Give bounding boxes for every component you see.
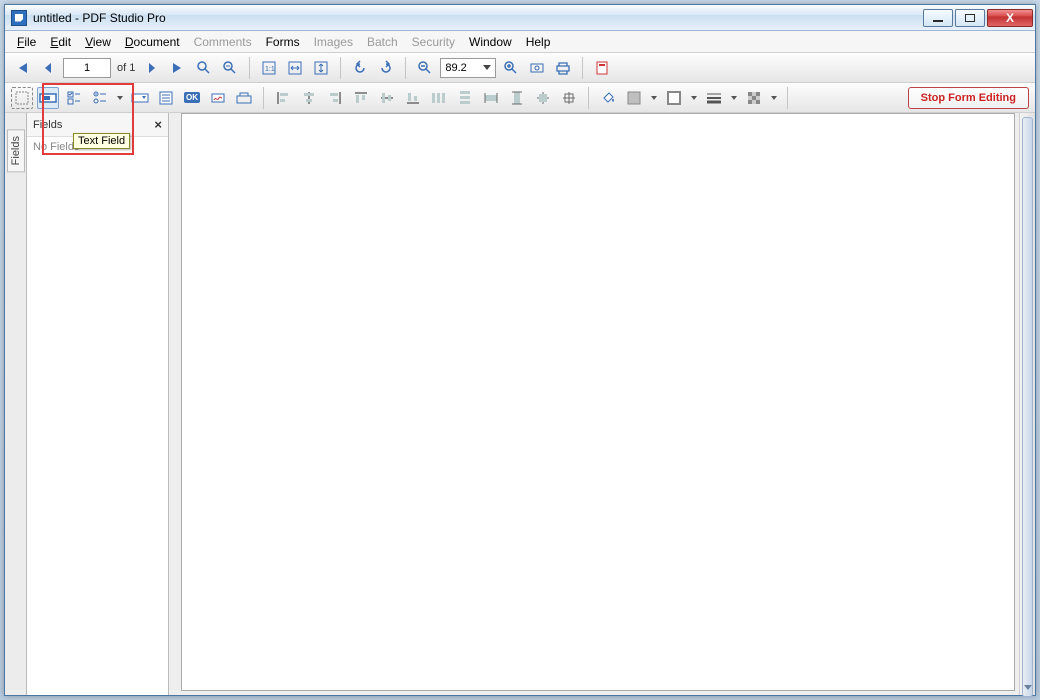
menu-images[interactable]: Images bbox=[308, 33, 359, 51]
close-button[interactable]: X bbox=[987, 9, 1033, 27]
menubar: File Edit View Document Comments Forms I… bbox=[5, 31, 1035, 53]
maximize-button[interactable] bbox=[955, 9, 985, 27]
rotate-ccw-button[interactable] bbox=[349, 57, 371, 79]
combo-field-tool[interactable] bbox=[129, 87, 151, 109]
fields-panel-title: Fields bbox=[33, 119, 62, 131]
signature-field-tool[interactable] bbox=[207, 87, 229, 109]
snapshot-button[interactable] bbox=[526, 57, 548, 79]
align-right-button[interactable] bbox=[324, 87, 346, 109]
minimize-button[interactable] bbox=[923, 9, 953, 27]
actual-size-button[interactable]: 1:1 bbox=[258, 57, 280, 79]
next-page-button[interactable] bbox=[141, 57, 163, 79]
menu-forms[interactable]: Forms bbox=[260, 33, 306, 51]
checkbox-field-tool[interactable] bbox=[63, 87, 85, 109]
toolbar-nav: 1 of 1 1:1 89.2 bbox=[5, 53, 1035, 83]
fill-color-button[interactable] bbox=[597, 87, 619, 109]
menu-view[interactable]: View bbox=[79, 33, 117, 51]
side-tab-strip: Fields bbox=[5, 113, 27, 695]
separator bbox=[582, 57, 583, 79]
page-number-input[interactable]: 1 bbox=[63, 58, 111, 78]
app-icon bbox=[11, 10, 27, 26]
distribute-horiz-button[interactable] bbox=[428, 87, 450, 109]
fill-color-dropdown[interactable] bbox=[649, 96, 659, 100]
separator bbox=[340, 57, 341, 79]
scroll-thumb[interactable] bbox=[1022, 117, 1033, 697]
zoom-value: 89.2 bbox=[445, 62, 466, 74]
page-layout-button[interactable] bbox=[591, 57, 613, 79]
content-area: Fields Fields × No Fields bbox=[5, 113, 1035, 695]
menu-batch[interactable]: Batch bbox=[361, 33, 404, 51]
last-page-button[interactable] bbox=[167, 57, 189, 79]
align-top-button[interactable] bbox=[350, 87, 372, 109]
menu-file[interactable]: File bbox=[11, 33, 42, 51]
page-canvas[interactable] bbox=[181, 113, 1015, 691]
menu-document[interactable]: Document bbox=[119, 33, 186, 51]
center-page-button[interactable] bbox=[558, 87, 580, 109]
scroll-down-button[interactable] bbox=[1020, 679, 1035, 695]
side-tab-fields[interactable]: Fields bbox=[7, 129, 25, 172]
distribute-vert-button[interactable] bbox=[454, 87, 476, 109]
menu-comments[interactable]: Comments bbox=[188, 33, 258, 51]
zoom-combo[interactable]: 89.2 bbox=[440, 58, 496, 78]
separator bbox=[263, 87, 264, 109]
separator bbox=[405, 57, 406, 79]
select-fields-button[interactable] bbox=[11, 87, 33, 109]
fit-width-button[interactable] bbox=[284, 57, 306, 79]
line-color-button[interactable] bbox=[663, 87, 685, 109]
loupe-button[interactable] bbox=[219, 57, 241, 79]
vertical-scrollbar[interactable] bbox=[1019, 113, 1035, 695]
app-window: untitled - PDF Studio Pro X File Edit Vi… bbox=[4, 4, 1036, 696]
separator bbox=[588, 87, 589, 109]
titlebar: untitled - PDF Studio Pro X bbox=[5, 5, 1035, 31]
align-center-v-button[interactable] bbox=[376, 87, 398, 109]
align-center-h-button[interactable] bbox=[298, 87, 320, 109]
window-title: untitled - PDF Studio Pro bbox=[33, 11, 166, 25]
tooltip-text-field: Text Field bbox=[73, 133, 130, 149]
chevron-down-icon bbox=[483, 65, 491, 70]
same-width-button[interactable] bbox=[480, 87, 502, 109]
same-height-button[interactable] bbox=[506, 87, 528, 109]
zoom-out-button[interactable] bbox=[414, 57, 436, 79]
field-dropdown[interactable] bbox=[115, 96, 125, 100]
rotate-cw-button[interactable] bbox=[375, 57, 397, 79]
menu-window[interactable]: Window bbox=[463, 33, 518, 51]
list-field-tool[interactable] bbox=[155, 87, 177, 109]
svg-text:1:1: 1:1 bbox=[265, 66, 275, 73]
page-of-label: of 1 bbox=[115, 62, 137, 74]
document-area[interactable] bbox=[169, 113, 1035, 695]
align-left-button[interactable] bbox=[272, 87, 294, 109]
menu-help[interactable]: Help bbox=[520, 33, 557, 51]
transparency-button[interactable] bbox=[743, 87, 765, 109]
window-buttons: X bbox=[923, 9, 1033, 27]
fill-color-swatch[interactable] bbox=[623, 87, 645, 109]
button-field-tool[interactable]: OK bbox=[181, 87, 203, 109]
toolbar-forms: OK Stop Form Editing bbox=[5, 83, 1035, 113]
line-color-dropdown[interactable] bbox=[689, 96, 699, 100]
zoom-in-button[interactable] bbox=[500, 57, 522, 79]
typewriter-button[interactable] bbox=[233, 87, 255, 109]
line-weight-dropdown[interactable] bbox=[729, 96, 739, 100]
text-field-tool[interactable] bbox=[37, 87, 59, 109]
same-both-button[interactable] bbox=[532, 87, 554, 109]
fields-panel: Fields × No Fields bbox=[27, 113, 169, 695]
transparency-dropdown[interactable] bbox=[769, 96, 779, 100]
radio-field-tool[interactable] bbox=[89, 87, 111, 109]
first-page-button[interactable] bbox=[11, 57, 33, 79]
line-weight-button[interactable] bbox=[703, 87, 725, 109]
fit-page-button[interactable] bbox=[310, 57, 332, 79]
menu-security[interactable]: Security bbox=[406, 33, 461, 51]
prev-page-button[interactable] bbox=[37, 57, 59, 79]
fields-panel-close[interactable]: × bbox=[154, 117, 162, 132]
separator bbox=[787, 87, 788, 109]
stop-form-editing-button[interactable]: Stop Form Editing bbox=[908, 87, 1029, 109]
zoom-tool-button[interactable] bbox=[193, 57, 215, 79]
align-bottom-button[interactable] bbox=[402, 87, 424, 109]
print-button[interactable] bbox=[552, 57, 574, 79]
menu-edit[interactable]: Edit bbox=[44, 33, 77, 51]
separator bbox=[249, 57, 250, 79]
